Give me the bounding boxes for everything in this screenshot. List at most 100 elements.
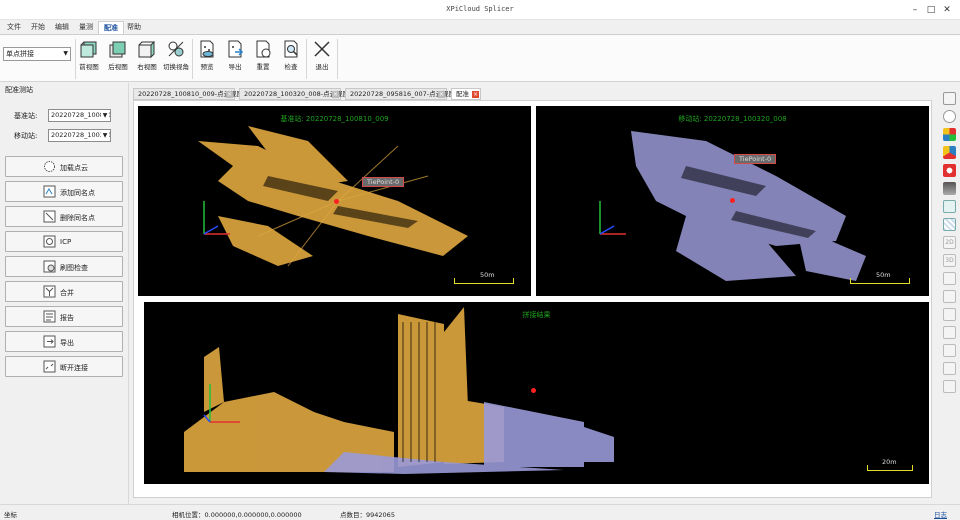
viewport-area: 基准站: 20220728_100810_009 TiePoint-0 50m … [133,100,932,498]
switch-view-button[interactable]: 切换视角 [163,39,189,77]
add-tiepoint-icon [43,185,56,198]
grid-icon[interactable] [943,218,956,231]
front-view-button[interactable]: 前视图 [76,39,102,77]
mode-select[interactable]: 单点拼接 ▼ [3,47,71,61]
export-result-label: 导出 [60,339,74,347]
chevron-down-icon: ▼ [101,110,109,121]
clip-icon[interactable] [943,362,956,375]
check-button[interactable]: 检查 [278,39,304,77]
status-coordinate: 坐标 [4,511,17,519]
volume-icon[interactable] [943,344,956,357]
settings-icon[interactable] [943,380,956,393]
export-icon [228,40,244,58]
close-icon [314,41,330,57]
tiepoint-label: TiePoint-0 [362,177,405,187]
load-cloud-icon [44,161,55,172]
camera-position: 相机位置：0.000000,0.000000,0.000000 [172,511,302,519]
right-view-button[interactable]: 右视图 [134,39,160,77]
rotate-icon[interactable] [943,110,956,123]
magnifier-icon [284,40,298,58]
close-icon[interactable]: × [332,91,339,98]
3d-view-icon[interactable]: 3D [943,254,956,267]
menu-tab-file[interactable]: 文件 [2,21,26,34]
menu-tab-measure[interactable]: 量测 [74,21,98,34]
tab-base-view[interactable]: 20220728_100810_009-点云视图 × [133,88,243,100]
export-icon [43,335,56,348]
ribbon-divider [306,39,307,79]
tab-registration[interactable]: 配准 × [451,88,481,100]
area-icon[interactable] [943,326,956,339]
move-view-title: 移动站: 20220728_100320_008 [678,115,787,123]
document-tabs: 20220728_100810_009-点云视图 × 20220728_1003… [131,88,931,100]
log-link[interactable]: 日志 [934,509,947,519]
tab-move-view[interactable]: 20220728_100320_008-点云视图 × [239,88,349,100]
intensity-icon[interactable] [943,164,956,177]
move-station-view[interactable]: 移动站: 20220728_100320_008 TiePoint-0 50m [536,106,929,296]
menu-tab-start[interactable]: 开始 [26,21,50,34]
icp-button[interactable]: ICP [5,231,123,252]
registration-panel: 配准测站 基准站: 20220728_100810_ ▼ 移动站: 202207… [0,83,129,505]
refresh-check-button[interactable]: 刷图检查 [5,256,123,277]
chevron-down-icon: ▼ [101,130,109,141]
measure-icon[interactable] [943,272,956,285]
merged-result-view[interactable]: 拼接结果 20m [144,302,929,484]
close-icon[interactable]: × [438,91,445,98]
color-icon[interactable] [943,128,956,141]
move-station-label: 移动站: [14,132,38,140]
preview-button[interactable]: 预览 [194,39,220,77]
ruler-icon[interactable] [943,290,956,303]
refresh-check-label: 刷图检查 [60,264,88,272]
delete-tiepoint-button[interactable]: 删除同名点 [5,206,123,227]
move-station-select[interactable]: 20220728_100320_ ▼ [48,129,111,142]
menu-tab-register[interactable]: 配准 [98,21,124,34]
export-button[interactable]: 导出 [222,39,248,77]
height-icon[interactable] [943,182,956,195]
tiepoint-marker[interactable] [730,198,735,203]
merge-button[interactable]: 合并 [5,281,123,302]
reset-button[interactable]: 重置 [250,39,276,77]
icp-label: ICP [60,238,72,246]
back-view-button[interactable]: 后视图 [105,39,131,77]
report-label: 报告 [60,314,74,322]
base-station-label: 基准站: [14,112,38,120]
tab-registration-label: 配准 [456,90,469,98]
select-icon[interactable] [943,92,956,105]
tiepoint-marker[interactable] [334,199,339,204]
merge-icon [43,285,56,298]
export-result-button[interactable]: 导出 [5,331,123,352]
exit-button[interactable]: 退出 [309,39,335,77]
add-tiepoint-button[interactable]: 添加同名点 [5,181,123,202]
preview-icon [200,40,214,58]
base-station-select[interactable]: 20220728_100810_ ▼ [48,109,111,122]
cube-front-icon [80,41,97,58]
chevron-down-icon: ▼ [63,50,68,57]
switch-view-icon [168,41,184,57]
close-icon[interactable]: × [226,91,233,98]
menu-bar: 文件 开始 编辑 量测 配准 帮助 [0,20,960,34]
colormap-icon[interactable] [943,146,956,159]
tab-third-view[interactable]: 20220728_095816_007-点云视图 × [345,88,455,100]
exit-label: 退出 [315,63,329,71]
menu-tab-edit[interactable]: 编辑 [50,21,74,34]
close-icon[interactable]: × [472,91,479,98]
load-cloud-button[interactable]: 加载点云 [5,156,123,177]
base-station-view[interactable]: 基准站: 20220728_100810_009 TiePoint-0 50m [138,106,531,296]
disconnect-button[interactable]: 断开连接 [5,356,123,377]
ribbon-divider [192,39,193,79]
result-view-title: 拼接结果 [522,311,551,319]
add-tiepoint-label: 添加同名点 [60,189,95,197]
report-button[interactable]: 报告 [5,306,123,327]
2d-view-icon[interactable]: 2D [943,236,956,249]
preview-label: 预览 [200,63,214,71]
front-view-label: 前视图 [79,63,99,71]
check-label: 检查 [284,63,298,71]
menu-tab-help[interactable]: 帮助 [122,21,146,34]
icp-icon [43,235,56,248]
tiepoint-marker[interactable] [531,388,536,393]
close-window-button[interactable]: ✕ [936,2,958,18]
right-view-label: 右视图 [137,63,157,71]
mode-select-value: 单点拼接 [6,50,34,58]
scale-bar-label: 20m [882,458,897,466]
layer-icon[interactable] [943,200,956,213]
angle-icon[interactable] [943,308,956,321]
